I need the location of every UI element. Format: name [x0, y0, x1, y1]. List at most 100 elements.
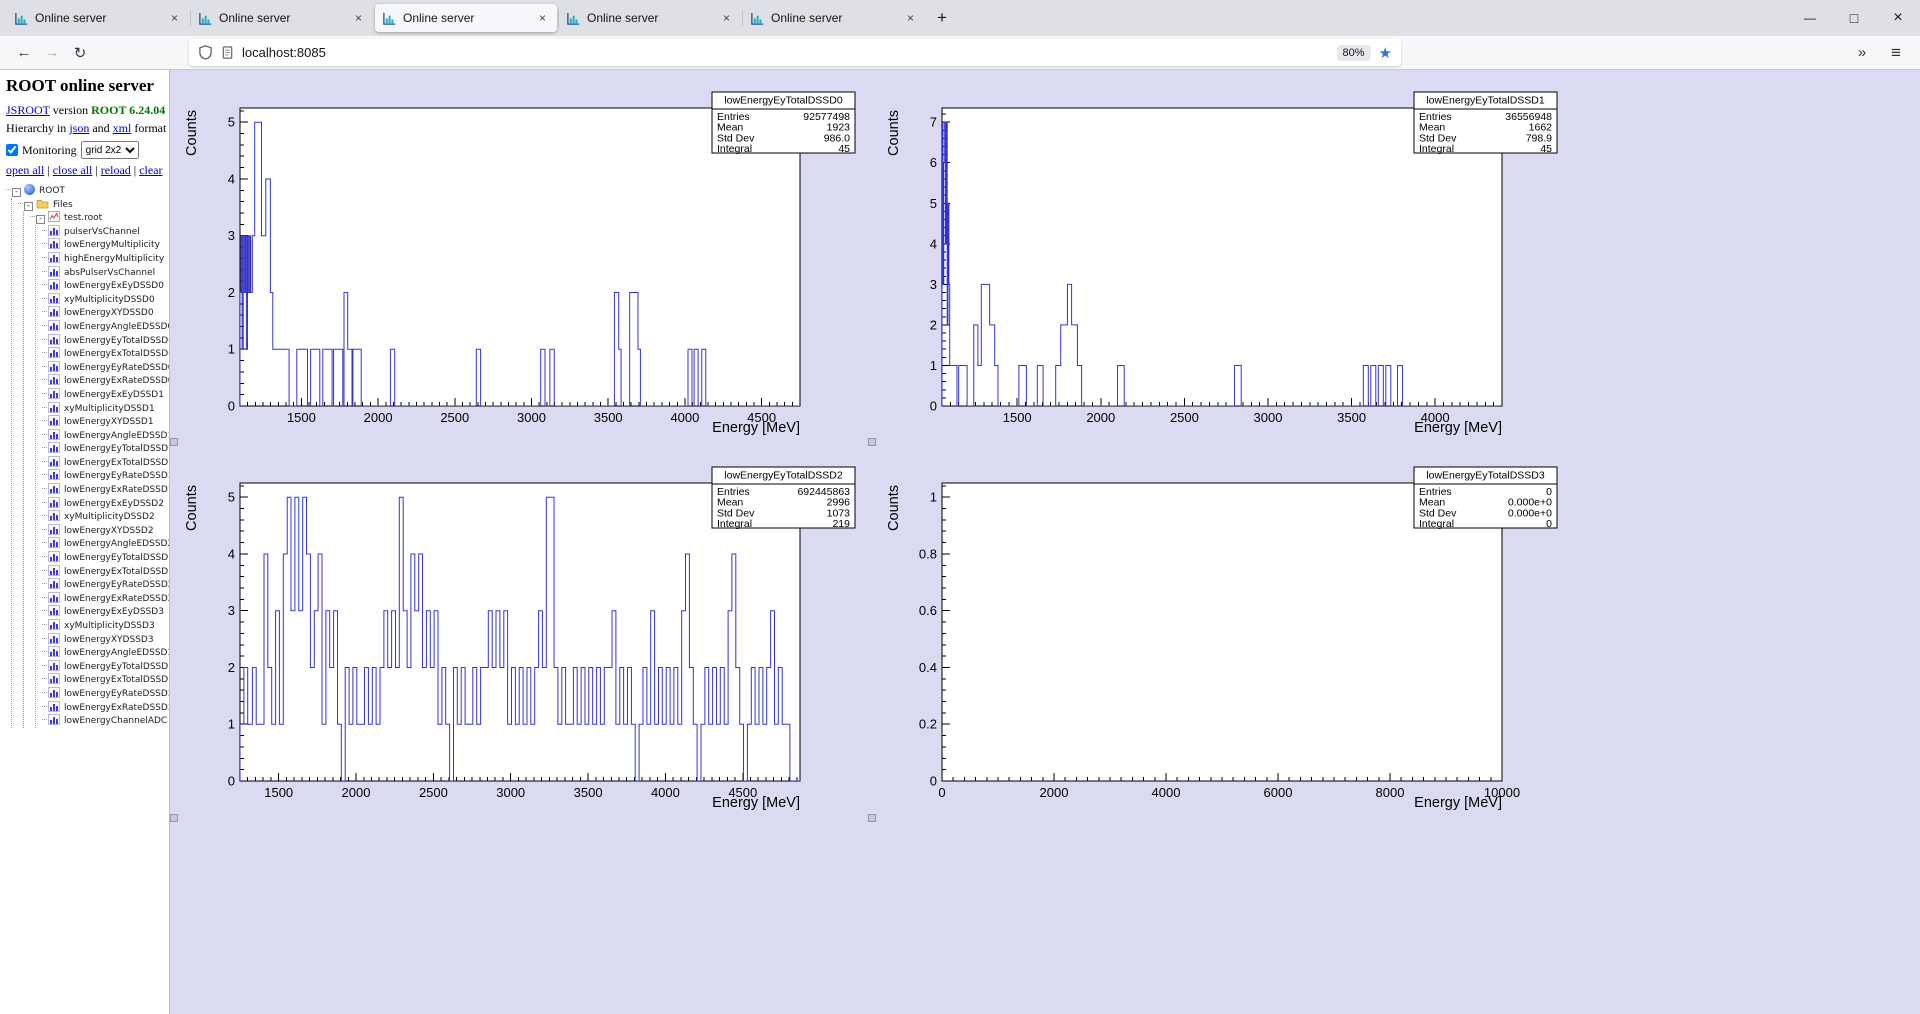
tree-item[interactable]: lowEnergyExEyDSSD1: [42, 388, 165, 402]
action-open-all[interactable]: open all: [6, 163, 44, 177]
back-button[interactable]: ←: [10, 40, 38, 66]
tree-item[interactable]: lowEnergyEyRateDSSD3: [42, 687, 165, 701]
browser-tab-1[interactable]: Online server×: [7, 4, 189, 32]
browser-tab-2[interactable]: Online server×: [191, 4, 373, 32]
tree-item[interactable]: lowEnergyAngleEDSSD0: [42, 320, 165, 334]
pad-lowEnergyEyTotalDSSD0[interactable]: 1500200025003000350040004500012345Energy…: [170, 70, 872, 445]
tree-item[interactable]: lowEnergyEyTotalDSSD0: [42, 334, 165, 348]
stats-box[interactable]: lowEnergyEyTotalDSSD1Entries36556948Mean…: [1414, 92, 1557, 155]
tree-item[interactable]: lowEnergyEyRateDSSD2: [42, 578, 165, 592]
tree-item[interactable]: lowEnergyExEyDSSD3: [42, 605, 165, 619]
url-text[interactable]: localhost:8085: [242, 45, 1337, 60]
tree-node-files[interactable]: -Files-test.rootpulserVsChannellowEnergy…: [18, 198, 165, 728]
tree-item[interactable]: lowEnergyChannelADC: [42, 714, 165, 728]
tree-item[interactable]: xyMultiplicityDSSD2: [42, 510, 165, 524]
tree-item[interactable]: highEnergyMultiplicity: [42, 252, 165, 266]
collapse-toggle[interactable]: -: [36, 215, 45, 224]
tree-item[interactable]: lowEnergyXYDSSD0: [42, 306, 165, 320]
splitter-handle[interactable]: [868, 438, 876, 446]
tree-item[interactable]: lowEnergyAngleEDSSD2: [42, 537, 165, 551]
browser-tab-3[interactable]: Online server×: [375, 4, 557, 32]
tree-item[interactable]: lowEnergyExEyDSSD0: [42, 279, 165, 293]
forward-button[interactable]: →: [38, 40, 66, 66]
tree-item[interactable]: lowEnergyExTotalDSSD0: [42, 347, 165, 361]
canvas-lowEnergyEyTotalDSSD0[interactable]: 1500200025003000350040004500012345Energy…: [170, 70, 872, 445]
stats-box[interactable]: lowEnergyEyTotalDSSD0Entries92577498Mean…: [712, 92, 855, 155]
monitoring-checkbox[interactable]: [6, 144, 18, 156]
x-axis-title: Energy [MeV]: [1414, 420, 1502, 436]
tree-item[interactable]: lowEnergyMultiplicity: [42, 238, 165, 252]
tree-item[interactable]: lowEnergyEyTotalDSSD2: [42, 551, 165, 565]
tree-item[interactable]: lowEnergyExTotalDSSD1: [42, 456, 165, 470]
zoom-indicator[interactable]: 80%: [1337, 45, 1371, 61]
jsroot-link[interactable]: JSROOT: [6, 103, 50, 117]
tree-item[interactable]: xyMultiplicityDSSD0: [42, 293, 165, 307]
tree-item[interactable]: lowEnergyExEyDSSD2: [42, 497, 165, 511]
canvas-lowEnergyEyTotalDSSD3[interactable]: 020004000600080001000000.20.40.60.81Ener…: [872, 445, 1574, 820]
splitter-handle[interactable]: [868, 814, 876, 822]
action-reload[interactable]: reload: [101, 163, 131, 177]
new-tab-button[interactable]: +: [926, 4, 958, 32]
tab-close-icon[interactable]: ×: [903, 10, 918, 26]
tab-close-icon[interactable]: ×: [167, 10, 182, 26]
json-link[interactable]: json: [69, 121, 89, 135]
histogram-icon: [48, 660, 60, 671]
canvas-lowEnergyEyTotalDSSD2[interactable]: 1500200025003000350040004500012345Energy…: [170, 445, 872, 820]
pad-lowEnergyEyTotalDSSD1[interactable]: 15002000250030003500400001234567Energy […: [872, 70, 1574, 445]
tree-item[interactable]: lowEnergyExTotalDSSD2: [42, 565, 165, 579]
tree-item[interactable]: pulserVsChannel: [42, 225, 165, 239]
browser-tab-5[interactable]: Online server×: [743, 4, 925, 32]
tree-item[interactable]: lowEnergyEyTotalDSSD3: [42, 660, 165, 674]
pad-lowEnergyEyTotalDSSD3[interactable]: 020004000600080001000000.20.40.60.81Ener…: [872, 445, 1574, 820]
browser-tab-4[interactable]: Online server×: [559, 4, 741, 32]
reload-button[interactable]: ↻: [66, 40, 94, 66]
tree-item[interactable]: lowEnergyXYDSSD3: [42, 633, 165, 647]
url-bar[interactable]: localhost:8085 80% ★: [189, 39, 1401, 66]
tab-close-icon[interactable]: ×: [535, 10, 550, 26]
monitoring-label[interactable]: Monitoring: [22, 143, 77, 158]
tree-item[interactable]: lowEnergyXYDSSD2: [42, 524, 165, 538]
tree-item[interactable]: absPulserVsChannel: [42, 266, 165, 280]
stats-box[interactable]: lowEnergyEyTotalDSSD2Entries692445863Mea…: [712, 467, 855, 530]
canvas-lowEnergyEyTotalDSSD1[interactable]: 15002000250030003500400001234567Energy […: [872, 70, 1574, 445]
tab-close-icon[interactable]: ×: [351, 10, 366, 26]
tree-item[interactable]: lowEnergyExTotalDSSD3: [42, 673, 165, 687]
close-button[interactable]: ×: [1876, 0, 1920, 36]
tree-item[interactable]: xyMultiplicityDSSD1: [42, 402, 165, 416]
tree-item[interactable]: lowEnergyAngleEDSSD1: [42, 429, 165, 443]
xml-link[interactable]: xml: [113, 121, 132, 135]
tree-item[interactable]: lowEnergyExRateDSSD0: [42, 374, 165, 388]
tree-item[interactable]: lowEnergyExRateDSSD3: [42, 701, 165, 715]
action-clear[interactable]: clear: [139, 163, 162, 177]
splitter-handle[interactable]: [170, 814, 178, 822]
stats-row-value: 45: [838, 143, 850, 155]
minimize-button[interactable]: —: [1788, 0, 1832, 36]
svg-text:4000: 4000: [670, 410, 699, 425]
tree-item[interactable]: lowEnergyEyTotalDSSD1: [42, 442, 165, 456]
action-close-all[interactable]: close all: [53, 163, 93, 177]
tree-item[interactable]: lowEnergyEyRateDSSD0: [42, 361, 165, 375]
histogram-icon: [48, 551, 60, 562]
browser-window: Online server×Online server×Online serve…: [0, 0, 1920, 1014]
layout-select[interactable]: grid 2x2: [81, 141, 139, 159]
tree-node-test-root[interactable]: -test.rootpulserVsChannellowEnergyMultip…: [30, 211, 165, 728]
shield-icon[interactable]: [198, 45, 213, 60]
splitter-handle[interactable]: [170, 438, 178, 446]
tree-item[interactable]: xyMultiplicityDSSD3: [42, 619, 165, 633]
collapse-toggle[interactable]: -: [12, 188, 21, 197]
collapse-toggle[interactable]: -: [24, 202, 33, 211]
tree-item[interactable]: lowEnergyAngleEDSSD3: [42, 646, 165, 660]
hamburger-menu-icon[interactable]: ≡: [1882, 40, 1910, 66]
bookmark-star-icon[interactable]: ★: [1379, 44, 1392, 62]
tree-item[interactable]: lowEnergyEyRateDSSD1: [42, 469, 165, 483]
maximize-button[interactable]: □: [1832, 0, 1876, 36]
page-info-icon[interactable]: [220, 45, 235, 60]
tab-close-icon[interactable]: ×: [719, 10, 734, 26]
tree-item[interactable]: lowEnergyXYDSSD1: [42, 415, 165, 429]
tree-item[interactable]: lowEnergyExRateDSSD2: [42, 592, 165, 606]
pad-lowEnergyEyTotalDSSD2[interactable]: 1500200025003000350040004500012345Energy…: [170, 445, 872, 820]
tree-item[interactable]: lowEnergyExRateDSSD1: [42, 483, 165, 497]
stats-box[interactable]: lowEnergyEyTotalDSSD3Entries0Mean0.000e+…: [1414, 467, 1557, 530]
overflow-menu-icon[interactable]: »: [1848, 40, 1876, 66]
tree-node-root[interactable]: -ROOT-Files-test.rootpulserVsChannellowE…: [6, 184, 165, 728]
